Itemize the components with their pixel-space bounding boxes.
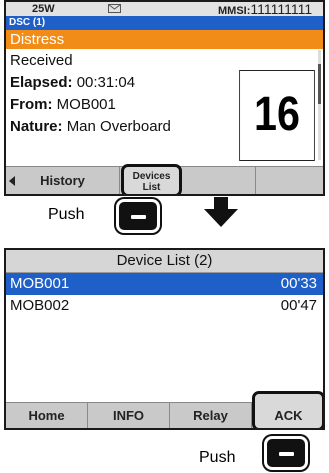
- push-label-1: Push: [48, 206, 85, 223]
- ack-softkey[interactable]: ACK: [252, 391, 323, 428]
- device-row[interactable]: MOB002 00'47: [6, 295, 323, 317]
- from-value: MOB001: [56, 96, 116, 113]
- push-button-icon: [264, 436, 308, 470]
- mail-icon: [108, 4, 121, 13]
- elapsed-line: Elapsed: 00:31:04: [10, 74, 135, 91]
- push-label-2: Push: [199, 449, 236, 466]
- push-button-bar: [131, 215, 146, 219]
- push-button-icon: [116, 199, 160, 233]
- relay-softkey[interactable]: Relay: [170, 403, 252, 428]
- from-line: From: MOB001: [10, 96, 116, 113]
- home-softkey[interactable]: Home: [6, 403, 88, 428]
- empty-softkey-1[interactable]: [184, 167, 256, 194]
- down-arrow-head: [204, 209, 238, 227]
- nature-label: Nature:: [10, 118, 63, 135]
- softkey-bar: Home INFO Relay ACK: [6, 391, 323, 428]
- device-list-title: Device List (2): [6, 250, 323, 273]
- status-bar: 25W MMSI:111111111: [6, 1, 323, 17]
- history-softkey[interactable]: History: [6, 167, 120, 194]
- info-softkey[interactable]: INFO: [88, 403, 170, 428]
- push-button-bar: [279, 452, 294, 456]
- channel-number-box: 16: [239, 70, 315, 161]
- devices-list-label-line2: List: [142, 182, 161, 193]
- power-indicator: 25W: [32, 3, 55, 15]
- devices-list-softkey[interactable]: Devices List: [121, 164, 182, 194]
- device-list-screen: Device List (2) MOB001 00'33 MOB002 00'4…: [4, 248, 325, 430]
- scrollbar-thumb[interactable]: [318, 64, 321, 104]
- nature-line: Nature: Man Overboard: [10, 118, 171, 135]
- dsc-tab[interactable]: DSC (1): [6, 16, 323, 30]
- distress-screen: 25W MMSI:111111111 DSC (1) Distress Rece…: [4, 0, 325, 196]
- received-text: Received: [10, 52, 73, 69]
- left-arrow-icon: [9, 176, 15, 186]
- device-name: MOB002: [10, 297, 70, 314]
- device-time: 00'33: [280, 275, 317, 292]
- empty-softkey-2[interactable]: [256, 167, 323, 194]
- device-row-selected[interactable]: MOB001 00'33: [6, 273, 323, 295]
- from-label: From:: [10, 96, 53, 113]
- nature-value: Man Overboard: [66, 118, 171, 135]
- softkey-bar: History Devices List: [6, 164, 323, 194]
- elapsed-value: 00:31:04: [76, 74, 136, 91]
- devices-list-label-line1: Devices: [132, 171, 171, 182]
- distress-header: Distress: [6, 30, 323, 49]
- elapsed-label: Elapsed:: [10, 74, 73, 91]
- device-time: 00'47: [280, 297, 317, 314]
- history-label: History: [40, 173, 85, 188]
- mmsi-value: 111111111: [250, 1, 313, 17]
- device-name: MOB001: [10, 275, 70, 292]
